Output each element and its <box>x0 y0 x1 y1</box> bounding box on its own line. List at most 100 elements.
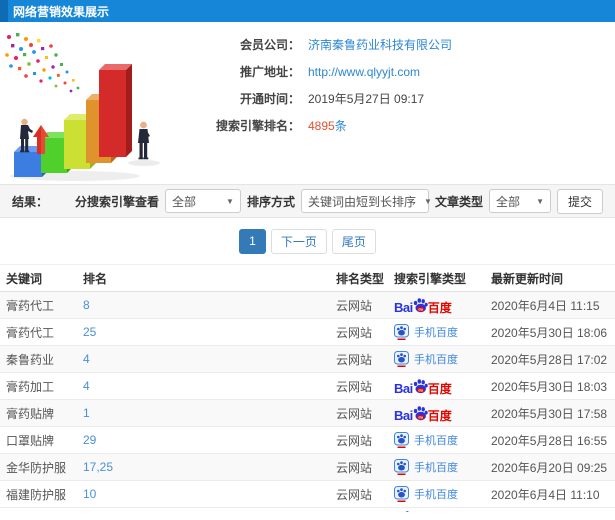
window-title-bar: 网络营销效果展示 <box>0 0 615 22</box>
baidu-cn-text: 百度 <box>427 408 452 422</box>
engine-rank-row: 搜索引擎排名： 4895条 <box>178 117 615 135</box>
updated-cell: 2020年5月28日 16:55 <box>491 433 608 448</box>
promo-url-label: 推广地址： <box>239 65 300 79</box>
rank-link[interactable]: 17,25 <box>83 460 113 474</box>
keyword-cell: 膏药贴牌 <box>6 406 55 421</box>
rank-type-cell: 云网站 <box>336 325 373 340</box>
updated-cell: 2020年6月20日 09:25 <box>491 460 608 475</box>
rank-type-cell: 云网站 <box>336 352 373 367</box>
article-type-select[interactable]: 全部 ▼ <box>488 189 551 213</box>
rank-link[interactable]: 8 <box>83 298 90 312</box>
table-row: 膏药代工 8 云网站 Bai du 百度 2020年6月4日 11:15 <box>0 292 615 319</box>
rank-type-cell: 云网站 <box>336 298 373 313</box>
mobile-baidu-icon <box>394 324 409 340</box>
table-row: 金华防护服 17,25 云网站 手机百度 2020年6月20日 09:25 <box>0 454 615 481</box>
sort-filter-label: 排序方式 <box>246 194 295 209</box>
mobile-baidu-label: 手机百度 <box>414 489 458 501</box>
rank-type-cell: 云网站 <box>336 433 373 448</box>
baidu-paw-icon: du <box>413 297 428 312</box>
mobile-baidu-icon <box>394 486 409 502</box>
keyword-cell: 膏药加工 <box>6 379 55 394</box>
bar-red <box>99 64 132 157</box>
next-page-button[interactable]: 下一页 <box>270 228 327 254</box>
engine-filter-value: 全部 <box>171 194 196 209</box>
svg-text:du: du <box>418 415 423 419</box>
promo-url-row: 推广地址： http://www.qlyyjt.com <box>178 63 615 81</box>
confetti-dots <box>5 33 80 93</box>
svg-text:du: du <box>418 307 423 311</box>
baidu-pc-logo: Bai du 百度 <box>394 378 452 395</box>
mobile-baidu-label: 手机百度 <box>414 327 458 339</box>
keyword-cell: 秦鲁药业 <box>6 352 55 367</box>
keyword-cell: 膏药代工 <box>6 298 55 313</box>
rank-type-cell: 云网站 <box>336 406 373 421</box>
baidu-paw-icon: du <box>413 378 428 393</box>
article-type-value: 全部 <box>495 194 520 209</box>
mobile-baidu-label: 手机百度 <box>414 435 458 447</box>
updated-cell: 2020年6月4日 11:15 <box>491 298 600 313</box>
table-row-partial <box>0 508 615 512</box>
promo-url-link[interactable]: http://www.qlyyjt.com <box>308 65 420 79</box>
keyword-cell: 口罩贴牌 <box>6 433 55 448</box>
baidu-mobile-logo: 手机百度 <box>394 459 458 475</box>
baidu-mobile-logo: 手机百度 <box>394 432 458 448</box>
rank-link[interactable]: 1 <box>83 406 90 420</box>
baidu-pc-logo: Bai du 百度 <box>394 297 452 314</box>
table-row: 福建防护服 10 云网站 手机百度 2020年6月4日 11:10 <box>0 481 615 508</box>
sort-filter-value: 关键词由短到长排序 <box>307 194 416 209</box>
page-title: 网络营销效果展示 <box>13 4 110 19</box>
keyword-cell: 金华防护服 <box>6 460 67 475</box>
engine-rank-unit: 条 <box>334 119 347 133</box>
chevron-down-icon: ▼ <box>423 196 432 206</box>
baidu-cn-text: 百度 <box>427 381 452 395</box>
open-time-value: 2019年5月27日 09:17 <box>308 92 425 106</box>
baidu-mobile-logo: 手机百度 <box>394 351 458 367</box>
mobile-baidu-label: 手机百度 <box>414 462 458 474</box>
rank-link[interactable]: 4 <box>83 379 90 393</box>
last-page-button[interactable]: 尾页 <box>331 228 376 254</box>
submit-button[interactable]: 提交 <box>556 188 603 214</box>
keyword-rank-table: 关键词 排名 排名类型 搜索引擎类型 最新更新时间 膏药代工 8 云网站 Bai… <box>0 264 615 512</box>
engine-filter-select[interactable]: 全部 ▼ <box>164 189 241 213</box>
rank-type-cell: 云网站 <box>336 379 373 394</box>
baidu-bai-text: Bai <box>394 407 413 422</box>
engine-filter-label: 分搜索引擎查看 <box>74 194 159 209</box>
baidu-paw-icon: du <box>413 405 428 420</box>
article-type-label: 文章类型 <box>434 194 483 209</box>
rank-link[interactable]: 4 <box>83 352 90 366</box>
results-label: 结果： <box>12 194 49 209</box>
pagination: 1 下一页 尾页 <box>0 218 615 264</box>
engine-rank-label: 搜索引擎排名： <box>215 119 300 133</box>
baidu-bai-text: Bai <box>394 380 413 395</box>
baidu-cn-text: 百度 <box>427 300 452 314</box>
member-info-section: 会员公司： 济南秦鲁药业科技有限公司 推广地址： http://www.qlyy… <box>0 22 615 184</box>
sort-filter-select[interactable]: 关键词由短到长排序 ▼ <box>300 189 432 213</box>
keyword-cell: 膏药代工 <box>6 325 55 340</box>
col-header-keyword: 关键词 <box>6 271 43 286</box>
member-info-list: 会员公司： 济南秦鲁药业科技有限公司 推广地址： http://www.qlyy… <box>178 30 615 184</box>
mobile-baidu-label: 手机百度 <box>414 354 458 366</box>
company-link[interactable]: 济南秦鲁药业科技有限公司 <box>308 38 452 52</box>
table-row: 膏药加工 4 云网站 Bai du 百度 2020年5月30日 18:03 <box>0 373 615 400</box>
engine-rank-count: 4895 <box>308 119 335 133</box>
baidu-bai-text: Bai <box>394 299 413 314</box>
results-filter-bar: 结果： 分搜索引擎查看 全部 ▼ 排序方式 关键词由短到长排序 ▼ 文章类型 全… <box>0 184 615 218</box>
col-header-rank: 排名 <box>83 271 108 286</box>
table-row: 膏药代工 25 云网站 手机百度 2020年5月30日 18:06 <box>0 319 615 346</box>
rank-link[interactable]: 29 <box>83 433 96 447</box>
col-header-rank-type: 排名类型 <box>336 271 385 286</box>
businessman-right <box>138 121 150 160</box>
updated-cell: 2020年5月28日 17:02 <box>491 352 608 367</box>
bar-chart-clipart <box>5 33 160 181</box>
rank-link[interactable]: 25 <box>83 325 96 339</box>
baidu-mobile-logo: 手机百度 <box>394 486 458 502</box>
chevron-down-icon: ▼ <box>226 196 234 206</box>
chevron-down-icon: ▼ <box>536 196 544 206</box>
keyword-cell: 福建防护服 <box>6 487 67 502</box>
page-button-1[interactable]: 1 <box>239 228 266 254</box>
col-header-updated: 最新更新时间 <box>491 271 564 286</box>
rank-link[interactable]: 10 <box>83 487 96 501</box>
rank-type-cell: 云网站 <box>336 460 373 475</box>
company-row: 会员公司： 济南秦鲁药业科技有限公司 <box>178 36 615 54</box>
mobile-baidu-icon <box>394 459 409 475</box>
